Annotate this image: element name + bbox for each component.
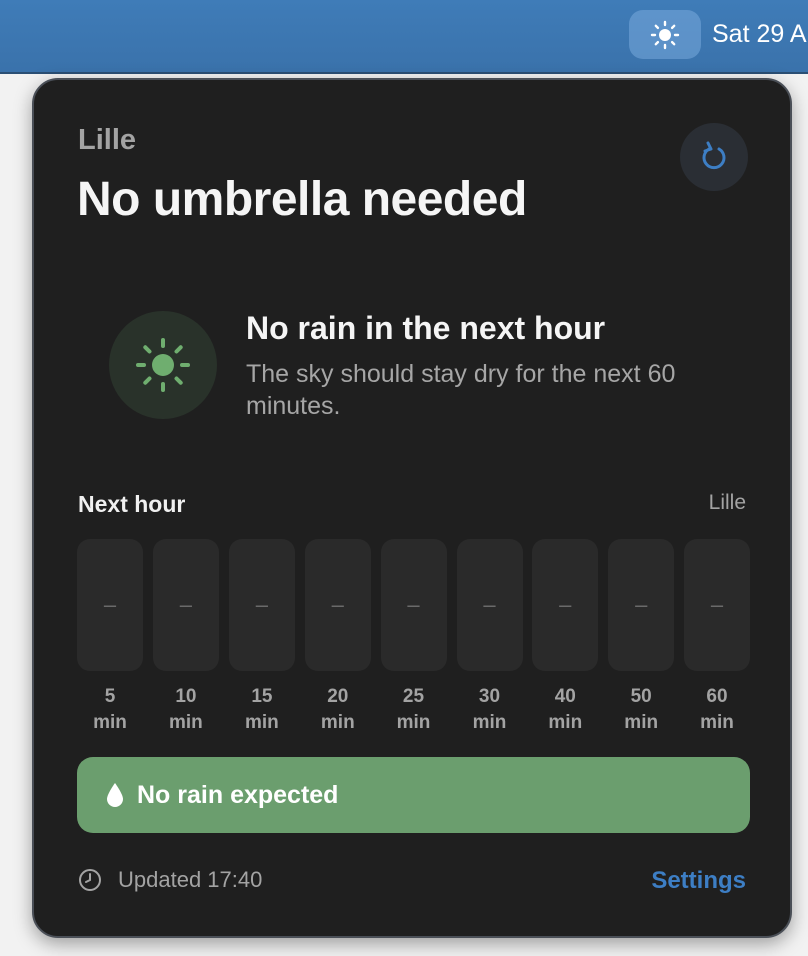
sun-icon <box>650 20 680 49</box>
bar-value: – <box>483 592 496 617</box>
forecast-bar: – <box>684 539 750 671</box>
forecast-bar: – <box>456 539 523 671</box>
bar-value: – <box>179 592 193 617</box>
interval-label: 25 min <box>396 686 431 733</box>
refresh-icon <box>702 141 726 170</box>
forecast-bar: – <box>228 539 295 671</box>
settings-link[interactable]: Settings <box>651 867 746 895</box>
forecast-bar: – <box>152 539 219 671</box>
summary-sun-badge <box>109 311 217 419</box>
bar-value: – <box>710 592 724 617</box>
bar-value: – <box>103 592 117 617</box>
forecast-bars: – – – – – – – – – <box>77 539 750 671</box>
bar-value: – <box>635 592 648 617</box>
forecast-bar: – <box>532 539 599 671</box>
clock-icon <box>79 869 101 891</box>
interval-label: 20 min <box>320 686 355 733</box>
menubar-weather-button[interactable] <box>629 10 701 59</box>
menubar-date[interactable]: Sat 29 A <box>712 14 807 54</box>
updated-time: Updated 17:40 <box>118 867 263 892</box>
weather-popover: Lille No umbrella needed No rain in the … <box>32 78 792 938</box>
interval-label: 30 min <box>472 686 507 733</box>
summary-description: The sky should stay dry for the next 60 … <box>246 360 676 420</box>
forecast-bar: – <box>608 539 675 671</box>
refresh-button[interactable] <box>680 123 748 191</box>
rain-status-banner: No rain expected <box>77 757 750 833</box>
interval-label: 5 min <box>93 686 127 733</box>
summary-title: No rain in the next hour <box>246 310 606 346</box>
interval-label: 10 min <box>169 686 203 733</box>
updated-info: Updated 17:40 <box>78 867 262 893</box>
location-label: Lille <box>78 124 137 156</box>
interval-label: 50 min <box>624 686 659 733</box>
headline: No umbrella needed <box>77 173 527 226</box>
rain-status-text: No rain expected <box>137 780 339 809</box>
interval-label: 60 min <box>700 686 734 733</box>
bar-value: – <box>331 592 344 617</box>
forecast-labels: 5 min 10 min 15 min 20 min 25 min 30 min 40 min… <box>77 684 750 740</box>
forecast-bar: – <box>380 539 447 671</box>
interval-label: 15 min <box>245 686 279 733</box>
forecast-bar: – <box>304 539 371 671</box>
bar-value: – <box>407 592 420 617</box>
sun-icon <box>136 338 190 392</box>
bar-value: – <box>255 592 269 617</box>
bar-value: – <box>559 592 572 617</box>
forecast-location: Lille <box>708 491 746 514</box>
droplet-icon <box>107 783 123 807</box>
forecast-bar: – <box>77 539 143 671</box>
interval-label: 40 min <box>548 686 583 733</box>
forecast-section-title: Next hour <box>78 491 186 517</box>
menu-bar: Sat 29 A <box>0 0 808 74</box>
